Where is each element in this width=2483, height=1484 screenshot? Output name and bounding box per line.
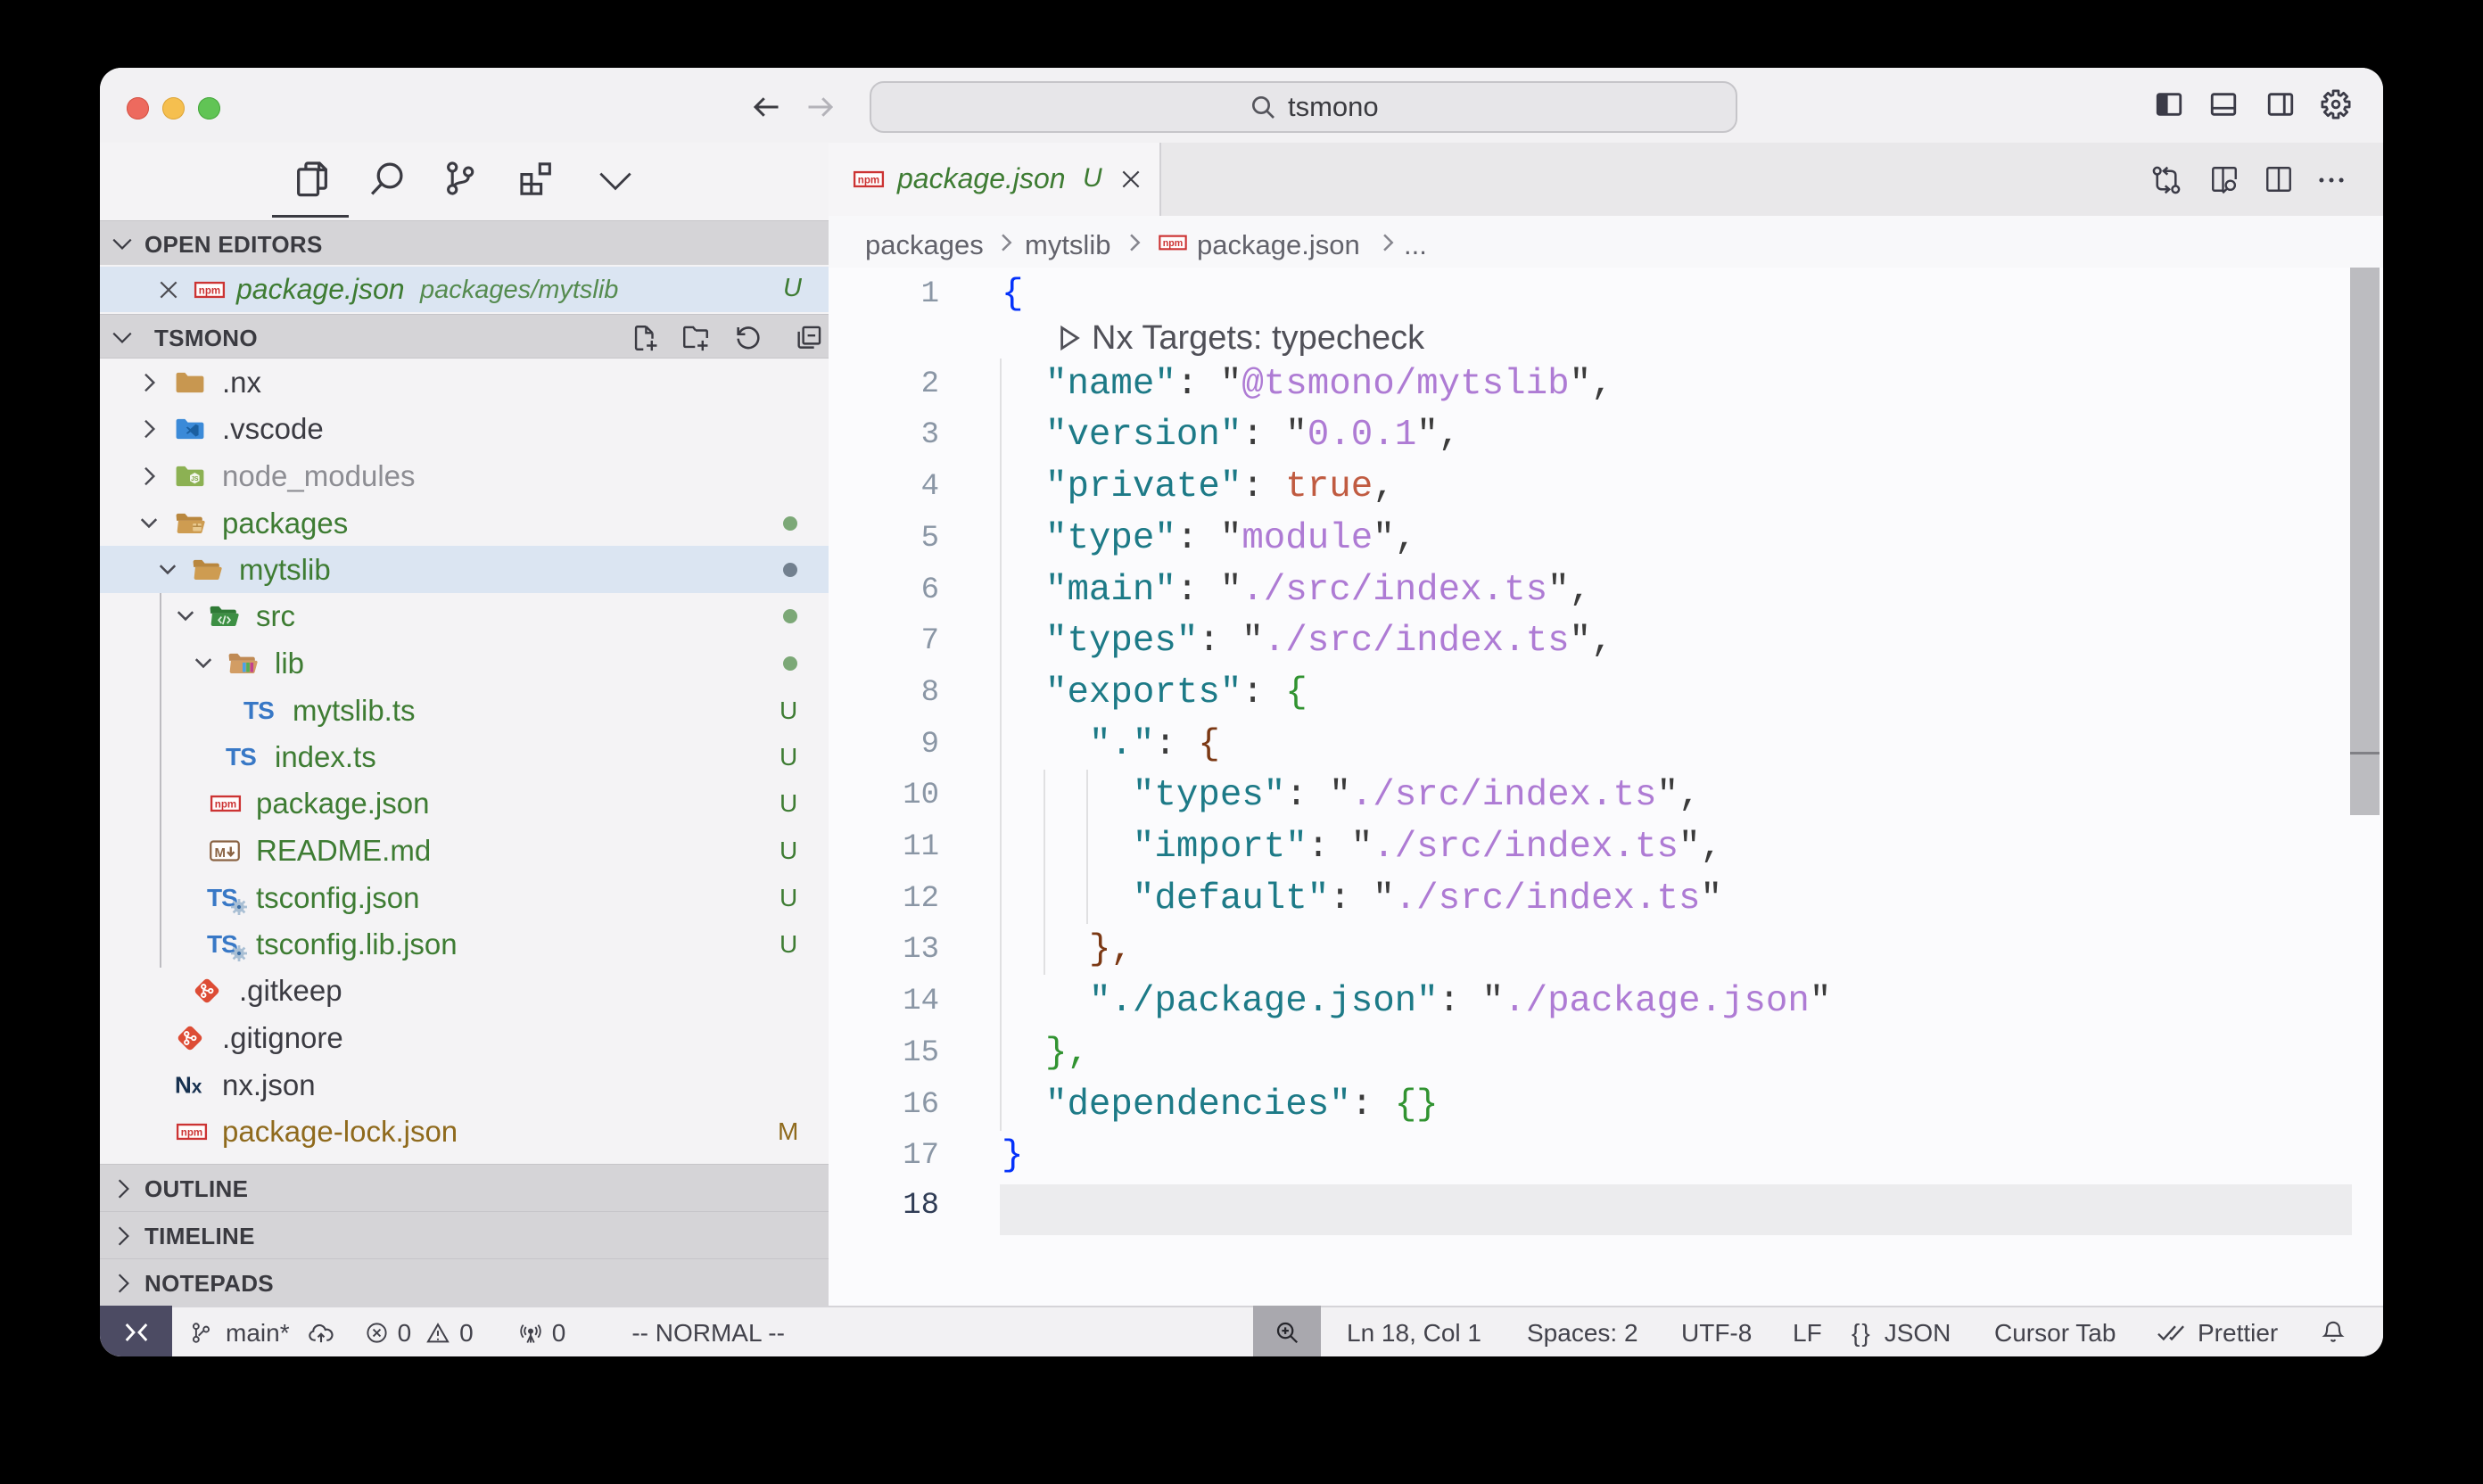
svg-text:npm: npm (858, 175, 879, 186)
svg-text:npm: npm (1163, 238, 1184, 249)
svg-text:M: M (215, 845, 227, 860)
svg-text:npm: npm (181, 1127, 202, 1138)
svg-text:npm: npm (199, 285, 220, 296)
svg-text:npm: npm (215, 799, 236, 810)
svg-text:JS: JS (191, 475, 199, 482)
